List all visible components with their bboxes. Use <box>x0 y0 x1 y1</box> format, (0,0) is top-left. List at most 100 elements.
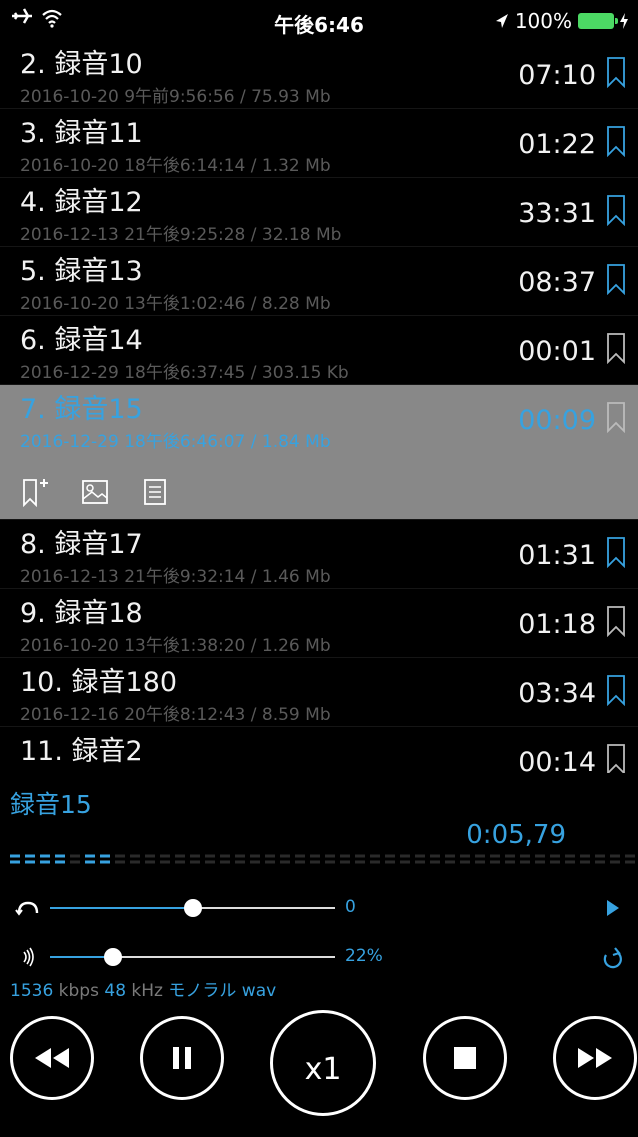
bookmark-icon[interactable] <box>606 263 626 296</box>
bookmark-icon[interactable] <box>606 605 626 638</box>
waveform-segment <box>370 854 380 864</box>
pause-icon <box>173 1047 191 1069</box>
speed-button[interactable]: x1 <box>270 1010 376 1116</box>
recordings-list[interactable]: 2. 録音10 2016-10-20 9午前9:56:56 / 75.93 Mb 0… <box>0 40 638 773</box>
list-item[interactable]: 10. 録音180 2016-12-16 20午後8:12:43 / 8.59 M… <box>0 658 638 727</box>
battery-percent: 100% <box>514 9 572 33</box>
add-bookmark-icon[interactable] <box>20 477 50 508</box>
waveform-segment <box>25 854 35 864</box>
volume-knob[interactable] <box>104 948 122 966</box>
status-bar: 午後6:46 100% <box>0 0 638 40</box>
repeat-icon[interactable] <box>598 943 626 971</box>
volume-value: 22% <box>345 946 383 966</box>
fast-forward-button[interactable] <box>553 1016 637 1100</box>
bookmark-icon[interactable] <box>606 125 626 158</box>
list-item[interactable]: 8. 録音17 2016-12-13 21午後9:32:14 / 1.46 Mb 0… <box>0 520 638 589</box>
notes-icon[interactable] <box>140 477 170 507</box>
pitch-fill <box>50 907 193 909</box>
waveform-segment <box>70 854 80 864</box>
status-right: 100% <box>495 9 628 33</box>
recording-duration: 00:09 <box>518 405 596 436</box>
stop-button[interactable] <box>423 1016 507 1100</box>
recording-meta: 2016-10-20 9午前9:56:56 / 75.93 Mb <box>20 87 331 107</box>
recording-title: 10. 録音180 <box>20 667 178 698</box>
waveform-segment <box>235 854 245 864</box>
recording-duration: 00:14 <box>518 747 596 773</box>
recording-duration: 01:22 <box>518 129 596 160</box>
pitch-knob[interactable] <box>184 899 202 917</box>
list-item[interactable]: 11. 録音2 2016-12-29 18午後6:35:04 / 226.05 K… <box>0 727 638 773</box>
recording-meta: 2016-10-20 13午後1:38:20 / 1.26 Mb <box>20 636 331 656</box>
waveform-segment <box>490 854 500 864</box>
bookmark-icon[interactable] <box>606 536 626 569</box>
recording-meta: 2016-12-29 18午後6:46:07 / 1.84 Mb <box>20 432 331 452</box>
waveform-segment <box>250 854 260 864</box>
play-icon[interactable] <box>598 894 626 922</box>
waveform-segment <box>220 854 230 864</box>
recording-duration: 01:18 <box>518 609 596 640</box>
recording-meta: 2016-12-29 18午後6:37:45 / 303.15 Kb <box>20 363 349 383</box>
recording-title: 2. 録音10 <box>20 49 143 80</box>
waveform-segment <box>280 854 290 864</box>
volume-slider[interactable]: 22% <box>0 937 638 977</box>
waveform-segment <box>85 854 95 864</box>
pause-button[interactable] <box>140 1016 224 1100</box>
stop-icon <box>454 1047 476 1069</box>
list-item[interactable]: 6. 録音14 2016-12-29 18午後6:37:45 / 303.15 K… <box>0 316 638 385</box>
recording-meta: 2016-12-16 20午後8:12:43 / 8.59 Mb <box>20 705 331 725</box>
bookmark-icon[interactable] <box>606 743 626 773</box>
recording-duration: 07:10 <box>518 60 596 91</box>
fast-forward-icon <box>578 1048 612 1068</box>
recording-title: 8. 録音17 <box>20 529 143 560</box>
list-item[interactable]: 2. 録音10 2016-10-20 9午前9:56:56 / 75.93 Mb 0… <box>0 40 638 109</box>
rewind-button[interactable] <box>10 1016 94 1100</box>
playback-timecode: 0:05,79 <box>466 820 566 850</box>
waveform-segment <box>475 854 485 864</box>
recording-duration: 33:31 <box>518 198 596 229</box>
bookmark-icon[interactable] <box>606 332 626 365</box>
waveform-segment <box>115 854 125 864</box>
waveform-segment <box>40 854 50 864</box>
waveform-segment <box>625 854 635 864</box>
recording-duration: 03:34 <box>518 678 596 709</box>
waveform-segment <box>535 854 545 864</box>
image-icon[interactable] <box>80 477 110 507</box>
waveform[interactable] <box>0 848 638 874</box>
waveform-segment <box>415 854 425 864</box>
transport-controls: x1 <box>0 1000 638 1116</box>
waveform-segment <box>595 854 605 864</box>
recording-title: 7. 録音15 <box>20 394 143 425</box>
bookmark-icon[interactable] <box>606 56 626 89</box>
pitch-value: 0 <box>345 897 356 917</box>
waveform-segment <box>10 854 20 864</box>
waveform-segment <box>295 854 305 864</box>
audio-format-info: 1536 kbps 48 kHz モノラル wav <box>10 976 276 1001</box>
waveform-segment <box>610 854 620 864</box>
list-item-selected[interactable]: 7. 録音15 2016-12-29 18午後6:46:07 / 1.84 Mb 0… <box>0 385 638 520</box>
bookmark-icon[interactable] <box>606 674 626 707</box>
format: wav <box>241 981 277 1001</box>
recording-meta: 2016-12-13 21午後9:25:28 / 32.18 Mb <box>20 225 342 245</box>
list-item[interactable]: 9. 録音18 2016-10-20 13午後1:38:20 / 1.26 Mb 0… <box>0 589 638 658</box>
pitch-icon <box>15 901 39 916</box>
bookmark-icon[interactable] <box>606 401 626 434</box>
rewind-icon <box>35 1048 69 1068</box>
waveform-segment <box>520 854 530 864</box>
recording-title: 9. 録音18 <box>20 598 143 629</box>
list-item[interactable]: 4. 録音12 2016-12-13 21午後9:25:28 / 32.18 Mb… <box>0 178 638 247</box>
waveform-segment <box>100 854 110 864</box>
waveform-segment <box>340 854 350 864</box>
row-actions <box>20 477 170 508</box>
waveform-segment <box>205 854 215 864</box>
waveform-segment <box>55 854 65 864</box>
bitrate-unit: kbps <box>58 981 99 1001</box>
pitch-slider[interactable]: 0 <box>0 888 638 928</box>
waveform-segment <box>580 854 590 864</box>
charging-icon <box>620 13 628 29</box>
recording-title: 3. 録音11 <box>20 118 143 149</box>
bookmark-icon[interactable] <box>606 194 626 227</box>
list-item[interactable]: 5. 録音13 2016-10-20 13午後1:02:46 / 8.28 Mb 0… <box>0 247 638 316</box>
waveform-segment <box>460 854 470 864</box>
list-item[interactable]: 3. 録音11 2016-10-20 18午後6:14:14 / 1.32 Mb 0… <box>0 109 638 178</box>
recording-duration: 08:37 <box>518 267 596 298</box>
